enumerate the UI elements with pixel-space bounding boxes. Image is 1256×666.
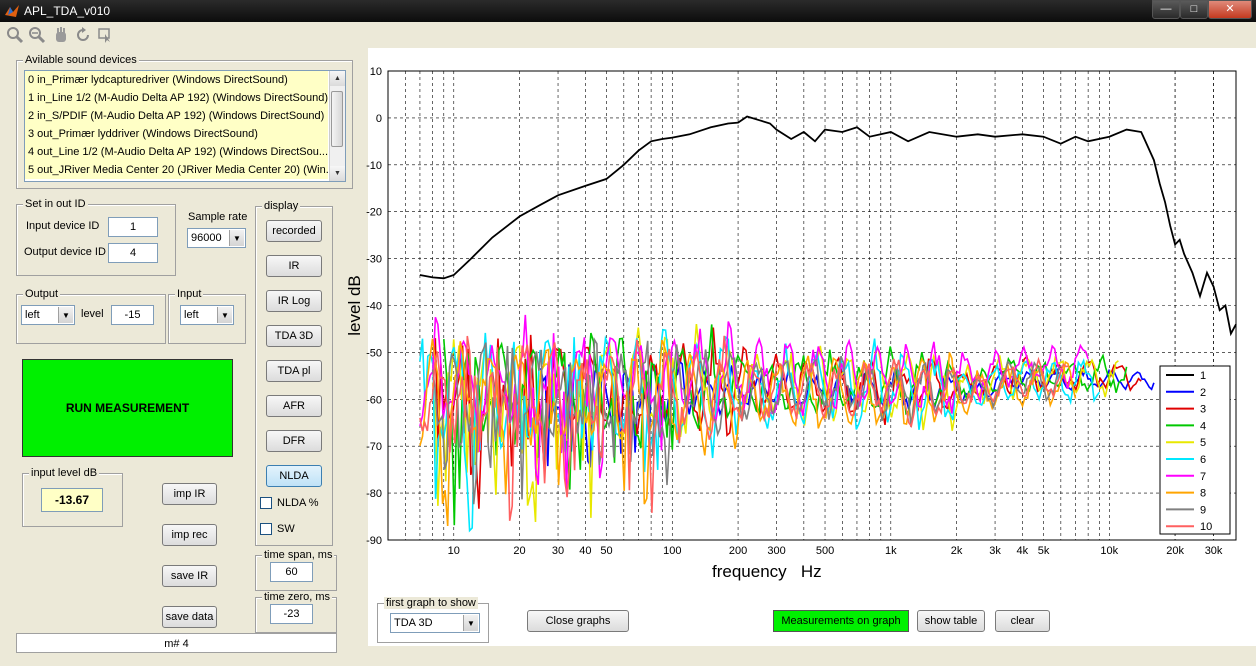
first-graph-select[interactable]: TDA 3D ▼ — [390, 613, 480, 633]
y-tick-label: -40 — [366, 301, 382, 313]
series-line-1 — [419, 115, 1237, 337]
y-tick-label: -90 — [366, 535, 382, 547]
x-tick-label: 5k — [1038, 545, 1050, 557]
x-tick-label: 20 — [513, 545, 525, 557]
x-tick-label: 100 — [663, 545, 681, 557]
show-table-button[interactable]: show table — [917, 610, 985, 632]
x-tick-label: 3k — [989, 545, 1001, 557]
first-graph-title: first graph to show — [384, 597, 478, 609]
legend-label: 4 — [1200, 420, 1206, 432]
x-tick-label: 500 — [816, 545, 834, 557]
y-tick-label: 10 — [370, 66, 382, 78]
frequency-response-chart: 10 20 30 40 50 100 200 300 500 1k 2k 3k 4k 5k 10k 20k 30… — [345, 66, 1237, 581]
x-tick-label: 2k — [951, 545, 963, 557]
x-tick-label: 10k — [1100, 545, 1118, 557]
legend-label: 2 — [1200, 387, 1206, 399]
y-tick-label: -80 — [366, 488, 382, 500]
legend-label: 6 — [1200, 454, 1206, 466]
x-tick-label: 300 — [767, 545, 785, 557]
y-tick-label: -50 — [366, 347, 382, 359]
y-axis-label: level dB — [345, 275, 364, 335]
y-tick-label: 0 — [376, 113, 382, 125]
legend-label: 9 — [1200, 504, 1206, 516]
chevron-down-icon[interactable]: ▼ — [463, 615, 478, 631]
y-tick-label: -70 — [366, 441, 382, 453]
legend-label: 7 — [1200, 471, 1206, 483]
x-tick-label: 10 — [448, 545, 460, 557]
legend-label: 1 — [1200, 370, 1206, 382]
x-tick-label: 30 — [552, 545, 564, 557]
measurements-on-graph-button[interactable]: Measurements on graph — [773, 610, 909, 632]
legend-label: 8 — [1200, 488, 1206, 500]
y-tick-label: -20 — [366, 207, 382, 219]
x-tick-label: 50 — [600, 545, 612, 557]
x-tick-label: 40 — [579, 545, 591, 557]
clear-button[interactable]: clear — [995, 610, 1050, 632]
y-tick-label: -30 — [366, 254, 382, 266]
legend-label: 5 — [1200, 437, 1206, 449]
x-tick-label: 20k — [1166, 545, 1184, 557]
x-tick-label: 1k — [885, 545, 897, 557]
x-axis-label: frequency Hz — [712, 562, 822, 581]
x-tick-label: 30k — [1205, 545, 1223, 557]
y-tick-label: -60 — [366, 394, 382, 406]
x-tick-label: 200 — [729, 545, 747, 557]
legend-label: 3 — [1200, 404, 1206, 416]
x-tick-label: 4k — [1017, 545, 1029, 557]
first-graph-value: TDA 3D — [394, 617, 433, 629]
y-tick-label: -10 — [366, 160, 382, 172]
legend-label: 10 — [1200, 521, 1212, 533]
close-graphs-button[interactable]: Close graphs — [527, 610, 629, 632]
